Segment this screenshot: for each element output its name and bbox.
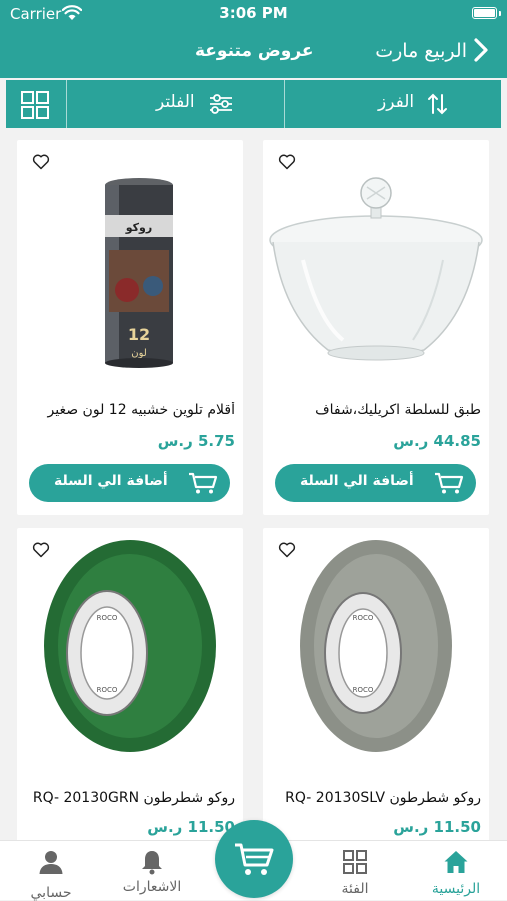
- svg-text:روكو: روكو: [125, 221, 152, 234]
- svg-text:ROCO: ROCO: [97, 686, 118, 694]
- product-card[interactable]: روكو 12 لون أقلام تلوين خشبيه 12 لون صغي…: [17, 140, 243, 515]
- product-price: 11.50 ر.س: [147, 818, 235, 836]
- page-title: عروض متنوعة: [195, 41, 314, 61]
- product-price: 11.50 ر.س: [393, 818, 481, 836]
- filter-toolbar: الفلتر الفرز: [6, 80, 501, 128]
- user-icon: [39, 851, 63, 874]
- sort-button[interactable]: الفرز: [378, 92, 414, 112]
- svg-text:ROCO: ROCO: [97, 614, 118, 622]
- product-card[interactable]: طبق للسلطة اكريليك،شفاف 44.85 ر.س أضافة …: [263, 140, 489, 515]
- category-grid-icon: [343, 850, 367, 874]
- tab-account[interactable]: حسابي: [1, 841, 101, 901]
- product-price: 5.75 ر.س: [157, 432, 235, 450]
- back-arrow-icon[interactable]: [473, 37, 489, 63]
- tab-notifications-label: الاشعارات: [122, 879, 182, 895]
- product-name[interactable]: طبق للسلطة اكريليك،شفاف: [271, 402, 481, 418]
- add-to-cart-button[interactable]: أضافة الي السلة: [29, 464, 230, 502]
- favorite-heart-icon[interactable]: [278, 153, 296, 171]
- favorite-heart-icon[interactable]: [278, 541, 296, 559]
- battery-tip: [499, 11, 501, 16]
- product-name[interactable]: روكو شطرطون RQ- 20130GRN: [25, 790, 235, 806]
- product-card[interactable]: ROCO ROCO روكو شطرطون RQ- 20130SLV 11.50…: [263, 528, 489, 848]
- favorite-heart-icon[interactable]: [32, 541, 50, 559]
- tab-category-label: الفئة: [341, 881, 369, 897]
- grid-view-icon[interactable]: [20, 90, 50, 120]
- add-to-cart-label: أضافة الي السلة: [300, 473, 414, 489]
- cart-icon: [189, 472, 218, 494]
- product-image-green-tape: ROCO ROCO: [44, 540, 216, 752]
- tab-home-label: الرئيسية: [431, 881, 481, 897]
- home-icon: [444, 851, 468, 873]
- toolbar-divider: [284, 80, 285, 128]
- filter-sliders-icon[interactable]: [208, 93, 234, 115]
- tab-home[interactable]: الرئيسية: [406, 841, 506, 901]
- svg-text:ROCO: ROCO: [353, 686, 374, 694]
- toolbar-divider: [66, 80, 67, 128]
- add-to-cart-button[interactable]: أضافة الي السلة: [275, 464, 476, 502]
- product-price: 44.85 ر.س: [393, 432, 481, 450]
- svg-text:12: 12: [128, 325, 150, 344]
- store-name[interactable]: الربيع مارت: [375, 40, 467, 62]
- cart-button[interactable]: [215, 820, 293, 898]
- tab-category[interactable]: الفئة: [305, 841, 405, 901]
- clock: 3:06 PM: [219, 4, 288, 22]
- add-to-cart-label: أضافة الي السلة: [54, 473, 168, 489]
- tab-notifications[interactable]: الاشعارات: [102, 841, 202, 901]
- svg-text:لون: لون: [131, 348, 147, 359]
- svg-text:ROCO: ROCO: [353, 614, 374, 622]
- filter-button[interactable]: الفلتر: [156, 92, 195, 112]
- status-bar: Carrier 3:06 PM: [0, 0, 507, 28]
- cart-icon: [435, 472, 464, 494]
- sort-arrows-icon[interactable]: [427, 92, 449, 116]
- cart-icon: [235, 843, 274, 875]
- tab-account-label: حسابي: [30, 885, 72, 901]
- favorite-heart-icon[interactable]: [32, 153, 50, 171]
- bell-icon: [142, 851, 162, 875]
- product-image-silver-tape: ROCO ROCO: [300, 540, 452, 752]
- product-image-glass-bowl: [269, 177, 483, 361]
- product-image-pencils-can: روكو 12 لون: [105, 178, 173, 368]
- nav-bar: عروض متنوعة الربيع مارت: [0, 28, 507, 78]
- product-card[interactable]: ROCO ROCO روكو شطرطون RQ- 20130GRN 11.50…: [17, 528, 243, 848]
- product-name[interactable]: أقلام تلوين خشبيه 12 لون صغير: [25, 402, 235, 418]
- product-name[interactable]: روكو شطرطون RQ- 20130SLV: [271, 790, 481, 806]
- battery-icon: [472, 7, 497, 19]
